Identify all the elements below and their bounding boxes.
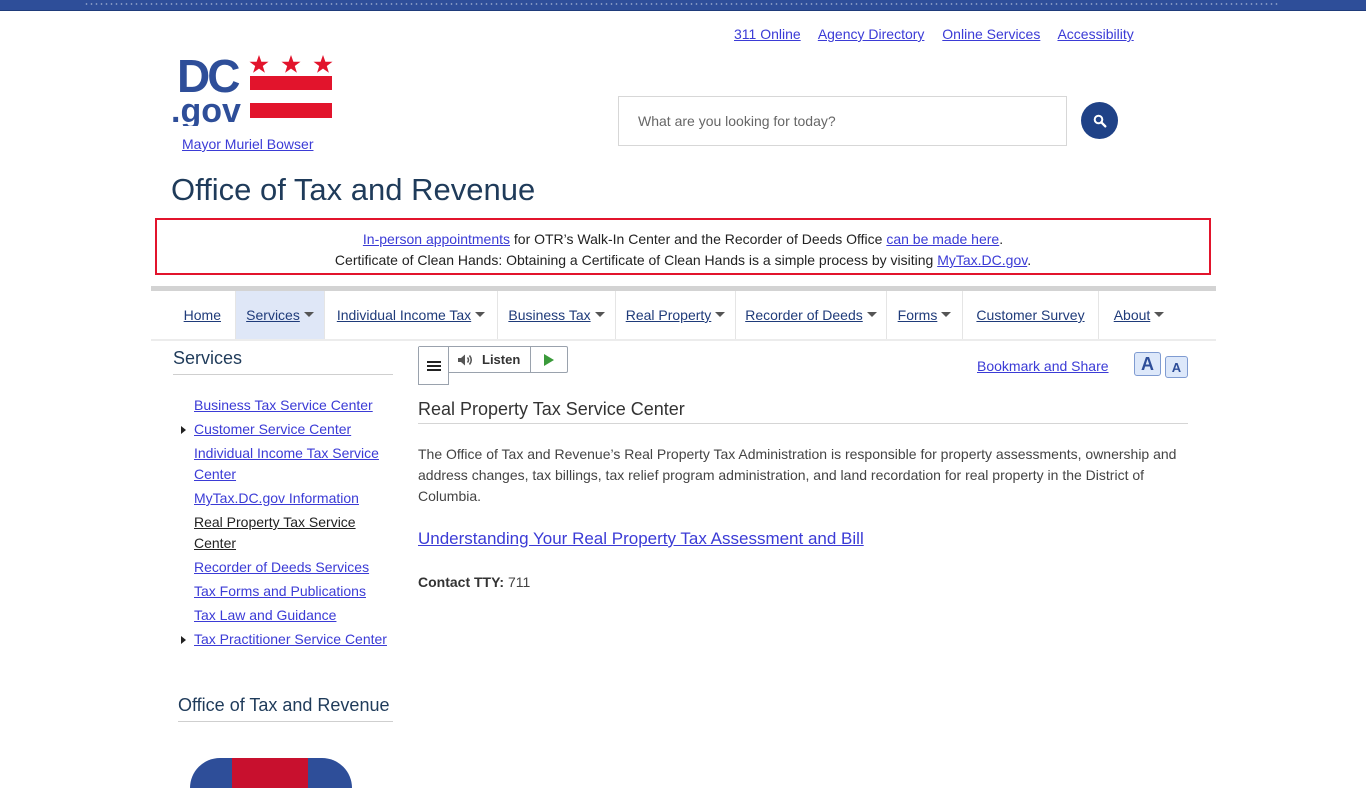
sidebar-item-customer-service-center[interactable]: Customer Service Center xyxy=(181,419,389,440)
sidebar-heading-agency: Office of Tax and Revenue xyxy=(178,695,393,722)
nav-label[interactable]: Customer Survey xyxy=(976,307,1084,323)
sidebar-link[interactable]: Business Tax Service Center xyxy=(194,397,373,413)
nav-label[interactable]: Services xyxy=(246,307,300,323)
nav-item-recorder-of-deeds[interactable]: Recorder of Deeds xyxy=(736,291,887,339)
nav-label[interactable]: Forms xyxy=(898,307,938,323)
alert-line-2: Certificate of Clean Hands: Obtaining a … xyxy=(157,250,1209,271)
search-icon xyxy=(1093,114,1107,128)
play-icon xyxy=(544,353,555,366)
sidebar-item-mytax-information[interactable]: MyTax.DC.gov Information xyxy=(194,488,389,509)
sidebar-item-tax-forms-and-publications[interactable]: Tax Forms and Publications xyxy=(194,581,389,602)
utility-link-accessibility[interactable]: Accessibility xyxy=(1057,26,1133,42)
speaker-icon xyxy=(458,354,472,365)
mytax-link[interactable]: MyTax.DC.gov xyxy=(937,252,1027,268)
chevron-down-icon xyxy=(303,311,314,317)
sidebar-heading: Services xyxy=(173,348,393,375)
search-input[interactable] xyxy=(618,96,1067,146)
play-button[interactable] xyxy=(531,346,567,373)
alert-text: Certificate of Clean Hands: Obtaining a … xyxy=(334,252,938,268)
sidebar-item-real-property-tax-service-center[interactable]: Real Property Tax Service Center xyxy=(194,512,389,554)
nav-item-forms[interactable]: Forms xyxy=(887,291,963,339)
chevron-down-icon xyxy=(1154,311,1165,317)
nav-item-services[interactable]: Services xyxy=(236,291,325,339)
bookmark-and-share-link[interactable]: Bookmark and Share xyxy=(977,358,1109,374)
font-increase-label: A xyxy=(1141,353,1154,374)
utility-nav: 311 Online Agency Directory Online Servi… xyxy=(734,26,1148,42)
alert-text: for OTR’s Walk-In Center and the Recorde… xyxy=(510,231,887,247)
utility-link-311-online[interactable]: 311 Online xyxy=(734,26,801,42)
chevron-down-icon xyxy=(941,311,952,317)
font-decrease-label: A xyxy=(1171,359,1182,375)
agency-logo-stripe xyxy=(232,758,308,788)
search-button[interactable] xyxy=(1081,102,1118,139)
logo-star-2 xyxy=(281,55,301,73)
listen-button[interactable]: Listen xyxy=(449,346,532,373)
can-be-made-here-link[interactable]: can be made here xyxy=(886,231,999,247)
utility-link-agency-directory[interactable]: Agency Directory xyxy=(818,26,925,42)
nav-label[interactable]: Home xyxy=(184,307,221,323)
expand-arrow-icon[interactable] xyxy=(181,426,186,434)
nav-label[interactable]: About xyxy=(1114,307,1151,323)
sidebar-item-recorder-of-deeds-services[interactable]: Recorder of Deeds Services xyxy=(194,557,389,578)
agency-logo-image xyxy=(190,758,352,788)
sidebar-link[interactable]: Customer Service Center xyxy=(194,421,351,437)
nav-item-real-property[interactable]: Real Property xyxy=(616,291,736,339)
nav-item-business-tax[interactable]: Business Tax xyxy=(498,291,616,339)
chevron-down-icon xyxy=(866,311,877,317)
alert-line-1: In-person appointments for OTR’s Walk-In… xyxy=(157,229,1209,250)
logo-bar-2 xyxy=(250,103,332,118)
listen-label: Listen xyxy=(482,352,521,367)
hamburger-icon xyxy=(426,360,441,371)
sidebar-item-individual-income-tax-service-center[interactable]: Individual Income Tax Service Center xyxy=(194,443,389,485)
alert-text: . xyxy=(1027,252,1032,268)
sidebar-link[interactable]: Individual Income Tax Service Center xyxy=(194,445,379,482)
sidebar-item-tax-practitioner-service-center[interactable]: Tax Practitioner Service Center xyxy=(181,629,389,650)
alert-text: . xyxy=(999,231,1004,247)
font-increase-button[interactable]: A xyxy=(1134,352,1161,376)
agency-title: Office of Tax and Revenue xyxy=(171,172,536,207)
contact-value: 711 xyxy=(504,574,531,590)
sidebar-link[interactable]: Recorder of Deeds Services xyxy=(194,559,369,575)
dc-gov-logo[interactable]: DC .gov xyxy=(171,50,336,126)
mayor-link[interactable]: Mayor Muriel Bowser xyxy=(182,136,313,152)
contact-label: Contact TTY: xyxy=(418,574,505,590)
main-nav: Home Services Individual Income Tax Busi… xyxy=(151,286,1216,341)
logo-star-3 xyxy=(313,55,333,73)
logo-star-1 xyxy=(249,55,269,73)
nav-item-about[interactable]: About xyxy=(1099,291,1179,339)
logo-gov-text: .gov xyxy=(171,92,241,126)
sidebar-current-item[interactable]: Real Property Tax Service Center xyxy=(194,514,356,551)
sidebar-item-business-tax-service-center[interactable]: Business Tax Service Center xyxy=(194,395,389,416)
utility-link-online-services[interactable]: Online Services xyxy=(942,26,1040,42)
top-bar xyxy=(0,0,1366,11)
intro-paragraph: The Office of Tax and Revenue’s Real Pro… xyxy=(418,446,1177,504)
expand-arrow-icon[interactable] xyxy=(181,636,186,644)
nav-item-home[interactable]: Home xyxy=(151,291,236,339)
nav-label[interactable]: Business Tax xyxy=(508,307,590,323)
sidebar-link[interactable]: Tax Law and Guidance xyxy=(194,607,336,623)
chevron-down-icon xyxy=(475,311,486,317)
sidebar-list: Business Tax Service Center Customer Ser… xyxy=(181,395,389,653)
sidebar-link[interactable]: Tax Practitioner Service Center xyxy=(194,631,387,647)
in-person-appointments-link[interactable]: In-person appointments xyxy=(363,231,510,247)
readspeaker-listen: Listen xyxy=(418,346,569,385)
nav-label[interactable]: Individual Income Tax xyxy=(337,307,471,323)
nav-label[interactable]: Recorder of Deeds xyxy=(745,307,863,323)
understanding-tax-assessment-link[interactable]: Understanding Your Real Property Tax Ass… xyxy=(418,529,864,549)
readspeaker-menu-button[interactable] xyxy=(418,347,449,385)
font-decrease-button[interactable]: A xyxy=(1165,356,1188,378)
alert-banner: In-person appointments for OTR’s Walk-In… xyxy=(155,218,1211,275)
sidebar-item-tax-law-and-guidance[interactable]: Tax Law and Guidance xyxy=(194,605,389,626)
contact-tty: Contact TTY: 711 xyxy=(418,574,530,590)
nav-item-individual-income-tax[interactable]: Individual Income Tax xyxy=(325,291,498,339)
nav-item-customer-survey[interactable]: Customer Survey xyxy=(963,291,1099,339)
chevron-down-icon xyxy=(594,311,605,317)
top-bar-pattern xyxy=(84,3,1280,5)
chevron-down-icon xyxy=(715,311,726,317)
nav-label[interactable]: Real Property xyxy=(626,307,712,323)
sidebar-link[interactable]: MyTax.DC.gov Information xyxy=(194,490,359,506)
page-title: Real Property Tax Service Center xyxy=(418,399,1188,424)
logo-bar-1 xyxy=(250,76,332,90)
sidebar-link[interactable]: Tax Forms and Publications xyxy=(194,583,366,599)
